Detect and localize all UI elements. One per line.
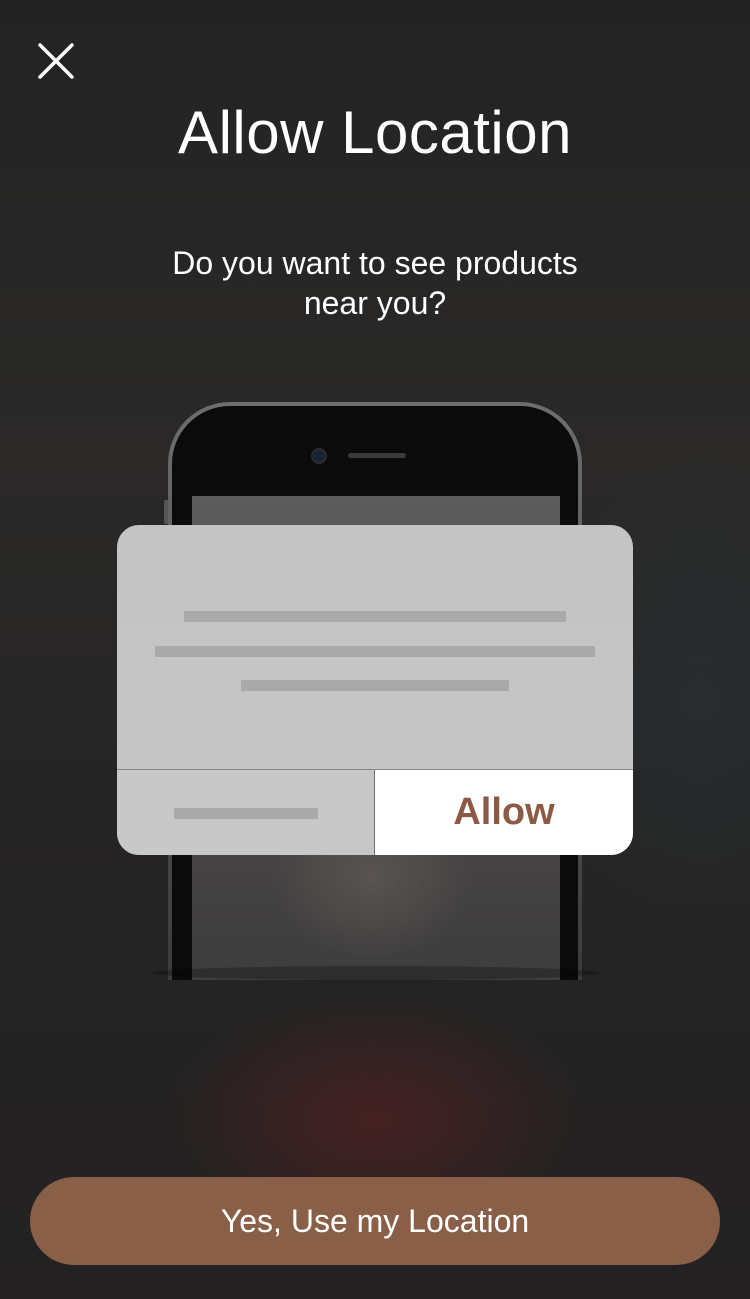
- placeholder-text-line: [184, 611, 566, 622]
- placeholder-text-line: [241, 680, 509, 691]
- subtitle: Do you want to see products near you?: [172, 245, 578, 321]
- dialog-allow-label: Allow: [375, 770, 633, 855]
- permission-dialog-illustration: Allow: [117, 525, 633, 855]
- phone-speaker: [348, 453, 406, 458]
- placeholder-text-line: [174, 808, 318, 819]
- close-icon: [38, 43, 74, 79]
- dialog-deny-placeholder: [117, 770, 374, 855]
- page-title: Allow Location: [178, 99, 572, 166]
- phone-camera: [313, 450, 325, 462]
- phone-shadow: [150, 966, 600, 980]
- use-location-button[interactable]: Yes, Use my Location: [30, 1177, 720, 1265]
- close-button[interactable]: [28, 33, 84, 89]
- placeholder-text-line: [155, 646, 595, 657]
